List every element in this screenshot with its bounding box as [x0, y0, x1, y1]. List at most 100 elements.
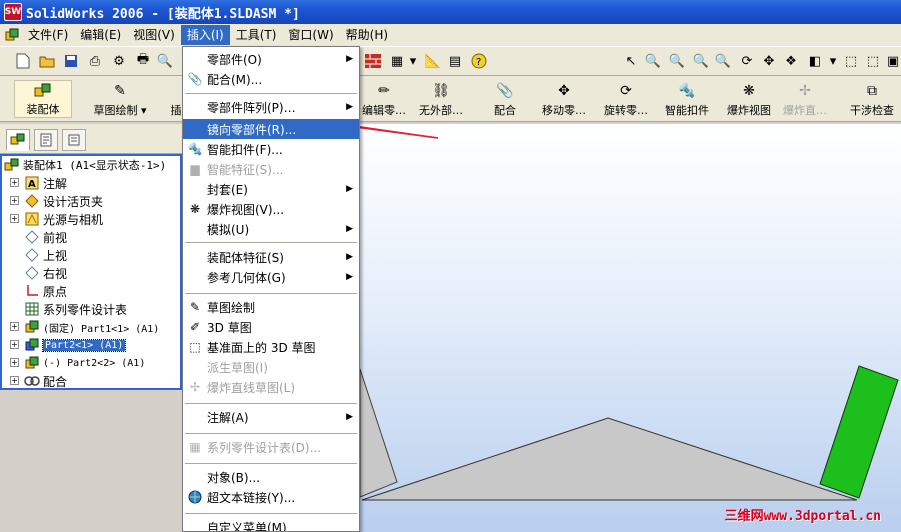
menu-help[interactable]: 帮助(H) — [340, 25, 394, 45]
menu-item-component[interactable]: 零部件(O) ▶ — [183, 49, 359, 69]
origin-icon — [24, 283, 40, 299]
submenu-arrow-icon: ▶ — [346, 272, 353, 282]
expand-icon[interactable]: + — [10, 340, 19, 349]
move-component-button[interactable]: ✥ 移动零… — [538, 80, 590, 118]
insert-components-button[interactable]: 插 — [170, 80, 182, 118]
menu-separator — [185, 403, 357, 404]
save-icon[interactable] — [62, 52, 80, 70]
annotation-icon: A — [24, 175, 40, 191]
menu-file[interactable]: 文件(F) — [22, 25, 74, 45]
plane-icon — [24, 265, 40, 281]
menu-insert[interactable]: 插入(I) — [180, 25, 230, 45]
tree-item-part2-1[interactable]: + Part2<1> (A1) — [10, 336, 127, 354]
menu-item-object[interactable]: 对象(B)... — [183, 467, 359, 487]
expand-icon[interactable]: + — [10, 376, 19, 385]
expand-icon[interactable]: + — [10, 178, 19, 187]
interference-check-button[interactable]: ⧉ 干涉检查 — [846, 80, 898, 118]
menu-item-sketch[interactable]: ✎ 草图绘制 — [183, 297, 359, 317]
menu-item-3d-sketch-on-plane[interactable]: ⬚ 基准面上的 3D 草图 — [183, 337, 359, 357]
print-preview-icon[interactable]: 🖶 — [134, 52, 152, 70]
menu-item-derived-sketch[interactable]: 派生草图(I) — [183, 357, 359, 377]
exploded-view-button[interactable]: ❋ 爆炸视图 — [724, 80, 774, 118]
tree-item-part2-2[interactable]: + (-) Part2<2> (A1) — [10, 354, 145, 372]
zoom-fit-icon[interactable]: 🔍 — [644, 52, 662, 70]
mates-icon — [24, 373, 40, 388]
tree-item-top-plane[interactable]: 上视 — [24, 246, 67, 264]
tree-item-lights-cameras[interactable]: + 光源与相机 — [10, 210, 103, 228]
assembly-doc-icon[interactable] — [2, 26, 22, 44]
help-icon[interactable]: ? — [470, 52, 488, 70]
mate-icon: 📎 — [187, 72, 203, 86]
menu-item-exploded-view[interactable]: ❋ 爆炸视图(V)... — [183, 199, 359, 219]
exploded-view-icon: ❋ — [189, 202, 201, 216]
menu-item-customize-menu[interactable]: 自定义菜单(M) — [183, 517, 359, 532]
rotate-component-button[interactable]: ⟳ 旋转零… — [600, 80, 652, 118]
menu-item-envelope[interactable]: 封套(E) ▶ — [183, 179, 359, 199]
measure-icon[interactable]: 📐 — [424, 52, 442, 70]
part-icon — [24, 337, 40, 353]
menu-item-simulation[interactable]: 模拟(U) ▶ — [183, 219, 359, 239]
display-style-icon[interactable]: ◧ — [806, 52, 824, 70]
menu-item-smart-feature[interactable]: ▆ 智能特征(S)... — [183, 159, 359, 179]
rotate-view-icon[interactable]: ⟳ — [738, 52, 756, 70]
wireframe-icon[interactable]: ⬚ — [842, 52, 860, 70]
brick-icon[interactable] — [364, 52, 382, 70]
tree-item-front-plane[interactable]: 前视 — [24, 228, 67, 246]
zoom-area-icon[interactable]: 🔍 — [668, 52, 686, 70]
preview-icon[interactable]: 🔍 — [156, 52, 174, 70]
mass-properties-icon[interactable]: ▤ — [446, 52, 464, 70]
menu-item-mate[interactable]: 📎 配合(M)... — [183, 69, 359, 89]
new-icon[interactable] — [14, 52, 32, 70]
property-icon — [40, 133, 52, 147]
pan-icon[interactable]: ✥ — [760, 52, 778, 70]
menu-view[interactable]: 视图(V) — [127, 25, 181, 45]
dropdown-arrow-icon[interactable]: ▾ — [404, 52, 422, 70]
menu-item-explode-line-sketch[interactable]: ✢ 爆炸直线草图(L) — [183, 377, 359, 397]
expand-icon[interactable]: + — [10, 214, 19, 223]
smart-feature-icon: ▆ — [190, 162, 200, 176]
expand-icon[interactable]: + — [10, 322, 19, 331]
mate-button[interactable]: 📎 配合 — [490, 80, 520, 118]
tree-item-origin[interactable]: 原点 — [24, 282, 67, 300]
zoom-selection-icon[interactable]: 🔍 — [714, 52, 732, 70]
menu-item-design-table[interactable]: ▦ 系列零件设计表(D)... — [183, 437, 359, 457]
zoom-inout-icon[interactable]: 🔍 — [692, 52, 710, 70]
menu-item-hyperlink[interactable]: 超文本链接(Y)... — [183, 487, 359, 507]
menu-item-reference-geometry[interactable]: 参考几何体(G) ▶ — [183, 267, 359, 287]
tree-item-part1[interactable]: + (固定) Part1<1> (A1) — [10, 318, 159, 336]
menu-item-assembly-feature[interactable]: 装配体特征(S) ▶ — [183, 247, 359, 267]
open-icon[interactable] — [38, 52, 56, 70]
dropdown-arrow-icon[interactable]: ▾ — [824, 52, 842, 70]
sketch-tab-button[interactable]: ✎ 草图绘制 ▾ — [88, 80, 152, 118]
configuration-manager-tab[interactable] — [62, 129, 86, 151]
print-icon[interactable]: ⎙ — [86, 52, 104, 70]
tree-item-mates[interactable]: + 配合 — [10, 372, 67, 388]
assembly-tab-button[interactable]: 装配体 — [14, 80, 72, 118]
view-orient-icon[interactable]: ❖ — [782, 52, 800, 70]
menu-window[interactable]: 窗口(W) — [282, 25, 339, 45]
menu-edit[interactable]: 编辑(E) — [74, 25, 127, 45]
explode-line-sketch-button[interactable]: ✢ 爆炸直… — [782, 80, 828, 118]
feature-manager-tab[interactable] — [6, 129, 30, 151]
menu-item-smart-fasteners[interactable]: 🔩 智能扣件(F)... — [183, 139, 359, 159]
menu-item-annotations[interactable]: 注解(A) ▶ — [183, 407, 359, 427]
tree-item-design-table[interactable]: 系列零件设计表 — [24, 300, 127, 318]
menu-separator — [185, 242, 357, 243]
smart-fastener-button[interactable]: 🔩 智能扣件 — [662, 80, 712, 118]
tree-item-design-binder[interactable]: + 设计活页夹 — [10, 192, 103, 210]
property-manager-tab[interactable] — [34, 129, 58, 151]
options-icon[interactable]: ⚙ — [110, 52, 128, 70]
shaded-icon[interactable]: ▣ — [884, 52, 901, 70]
expand-icon[interactable]: + — [10, 358, 19, 367]
menu-item-mirror-components[interactable]: 镜向零部件(R)... — [183, 119, 359, 139]
tree-item-annotations[interactable]: + A 注解 — [10, 174, 67, 192]
hidden-lines-icon[interactable]: ⬚ — [864, 52, 882, 70]
expand-icon[interactable]: + — [10, 196, 19, 205]
tree-root[interactable]: 装配体1 (A1<显示状态-1>) — [4, 156, 166, 174]
menu-item-component-pattern[interactable]: 零部件阵列(P)… ▶ — [183, 97, 359, 117]
menu-item-3d-sketch[interactable]: ✐ 3D 草图 — [183, 317, 359, 337]
menu-tools[interactable]: 工具(T) — [230, 25, 283, 45]
plane-icon — [24, 247, 40, 263]
tree-item-right-plane[interactable]: 右视 — [24, 264, 67, 282]
select-icon[interactable]: ↖ — [622, 52, 640, 70]
